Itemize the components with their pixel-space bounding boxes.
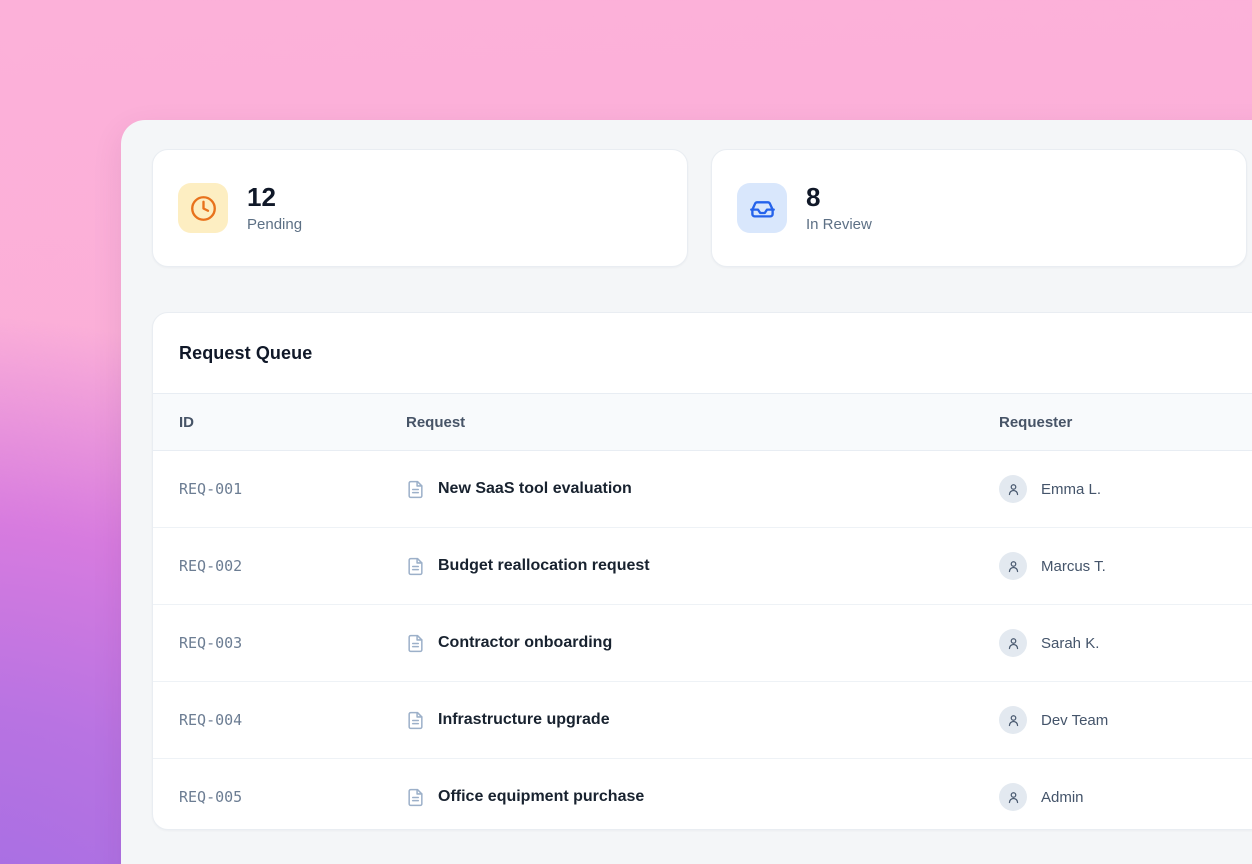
file-text-icon	[406, 788, 425, 807]
user-icon	[999, 475, 1027, 503]
request-id: REQ-001	[179, 480, 406, 498]
requester-name: Admin	[1041, 789, 1084, 806]
table-row[interactable]: REQ-005 Office equipment purchase Admin	[153, 758, 1252, 830]
request-title: New SaaS tool evaluation	[438, 480, 632, 498]
request-title: Office equipment purchase	[438, 788, 644, 806]
requester-name: Emma L.	[1041, 481, 1101, 498]
request-cell: Office equipment purchase	[406, 788, 999, 807]
request-queue-card: Request Queue ID Request Requester REQ-0…	[152, 312, 1252, 830]
file-text-icon	[406, 711, 425, 730]
user-icon	[999, 629, 1027, 657]
requester-cell: Sarah K.	[999, 629, 1252, 657]
stat-card-in-review: 8 In Review	[711, 149, 1247, 267]
inbox-icon	[737, 183, 787, 233]
requester-name: Sarah K.	[1041, 635, 1099, 652]
request-table-body: REQ-001 New SaaS tool evaluation Emma L.	[153, 451, 1252, 830]
table-row[interactable]: REQ-003 Contractor onboarding Sarah K.	[153, 604, 1252, 681]
request-id: REQ-003	[179, 634, 406, 652]
pending-count: 12	[247, 182, 302, 212]
table-row[interactable]: REQ-002 Budget reallocation request Marc…	[153, 527, 1252, 604]
requester-cell: Emma L.	[999, 475, 1252, 503]
user-icon	[999, 783, 1027, 811]
request-cell: Contractor onboarding	[406, 634, 999, 653]
file-text-icon	[406, 634, 425, 653]
file-text-icon	[406, 557, 425, 576]
requester-cell: Dev Team	[999, 706, 1252, 734]
request-cell: New SaaS tool evaluation	[406, 480, 999, 499]
pending-label: Pending	[247, 215, 302, 235]
requester-name: Dev Team	[1041, 712, 1108, 729]
table-header-row: ID Request Requester	[153, 393, 1252, 451]
stat-text-pending: 12 Pending	[247, 182, 302, 235]
column-header-id: ID	[179, 414, 406, 431]
stat-card-pending: 12 Pending	[152, 149, 688, 267]
request-id: REQ-002	[179, 557, 406, 575]
request-id: REQ-005	[179, 788, 406, 806]
table-title-bar: Request Queue	[153, 313, 1252, 393]
request-cell: Infrastructure upgrade	[406, 711, 999, 730]
app-background: { "colors": { "background_pink": "#fbaed…	[0, 0, 1252, 864]
requester-name: Marcus T.	[1041, 558, 1106, 575]
clock-icon	[178, 183, 228, 233]
requester-cell: Admin	[999, 783, 1252, 811]
file-text-icon	[406, 480, 425, 499]
table-title: Request Queue	[179, 343, 312, 364]
table-row[interactable]: REQ-001 New SaaS tool evaluation Emma L.	[153, 451, 1252, 527]
column-header-request: Request	[406, 414, 999, 431]
request-id: REQ-004	[179, 711, 406, 729]
request-title: Infrastructure upgrade	[438, 711, 610, 729]
requester-cell: Marcus T.	[999, 552, 1252, 580]
user-icon	[999, 706, 1027, 734]
column-header-requester: Requester	[999, 414, 1252, 431]
request-cell: Budget reallocation request	[406, 557, 999, 576]
stat-text-in-review: 8 In Review	[806, 182, 872, 235]
main-panel: 12 Pending 8 In Review Request Queue ID …	[121, 120, 1252, 864]
table-row[interactable]: REQ-004 Infrastructure upgrade Dev Team	[153, 681, 1252, 758]
user-icon	[999, 552, 1027, 580]
in-review-label: In Review	[806, 215, 872, 235]
request-title: Budget reallocation request	[438, 557, 650, 575]
stats-row: 12 Pending 8 In Review	[152, 149, 1247, 267]
request-title: Contractor onboarding	[438, 634, 612, 652]
in-review-count: 8	[806, 182, 872, 212]
